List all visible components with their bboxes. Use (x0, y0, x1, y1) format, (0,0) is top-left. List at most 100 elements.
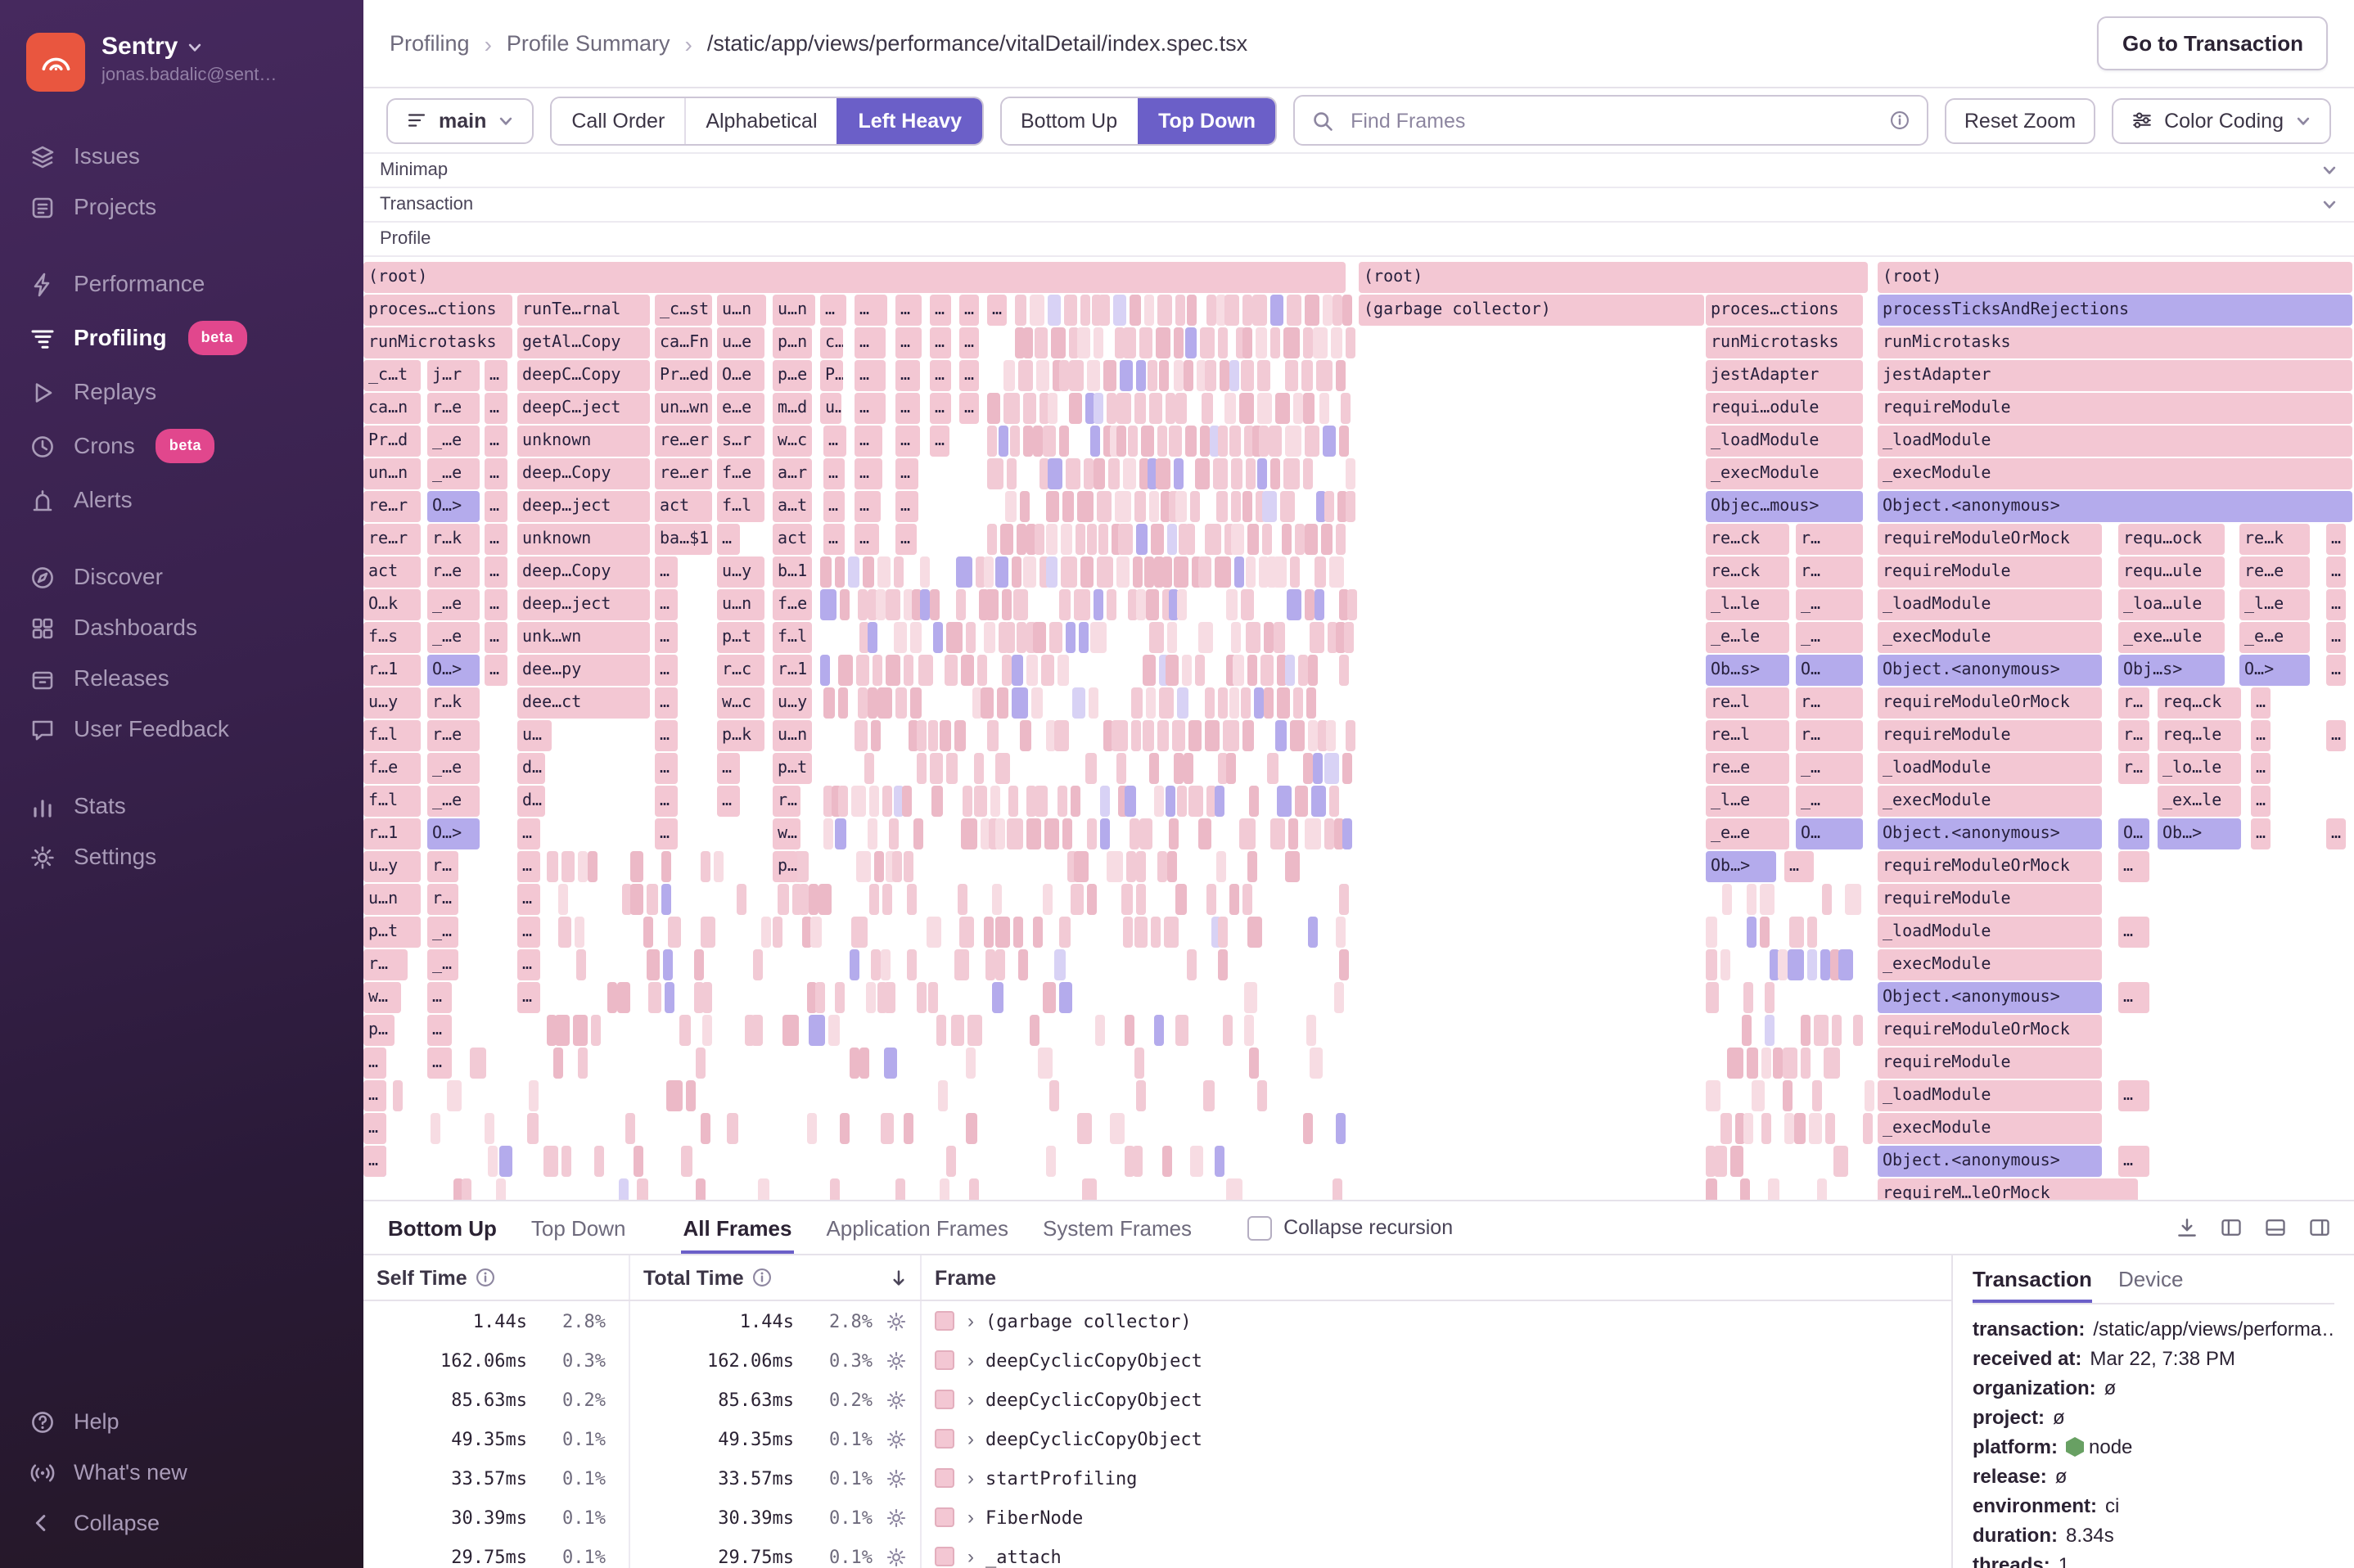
flame-texture-cell[interactable] (1165, 786, 1175, 817)
flame-texture-cell[interactable] (1143, 556, 1154, 588)
flame-texture-cell[interactable] (1225, 753, 1236, 784)
flame-texture-cell[interactable] (1280, 491, 1296, 522)
flame-texture-cell[interactable] (873, 655, 883, 686)
sidebar-item-settings[interactable]: Settings (0, 831, 363, 882)
flame-frame[interactable]: runMicrotasks (363, 327, 512, 358)
flame-texture-cell[interactable] (1087, 524, 1098, 555)
flame-frame[interactable]: Object.<anonymous> (1878, 491, 2352, 522)
flame-frame[interactable]: re…r (363, 491, 421, 522)
flame-frame[interactable]: … (485, 622, 507, 653)
flame-frame[interactable]: re…l (1706, 720, 1789, 751)
flame-texture-cell[interactable] (1035, 360, 1049, 391)
flame-texture-cell[interactable] (1116, 426, 1127, 457)
flame-frame[interactable]: … (2251, 720, 2271, 751)
flame-texture-cell[interactable] (936, 1015, 946, 1046)
flame-texture-cell[interactable] (997, 687, 1009, 719)
flame-frame[interactable]: requ…ock (2118, 524, 2225, 555)
flame-texture-cell[interactable] (1094, 393, 1104, 424)
flame-texture-cell[interactable] (882, 884, 893, 915)
flame-texture-cell[interactable] (987, 524, 997, 555)
flame-texture-cell[interactable] (1277, 786, 1292, 817)
flame-texture-cell[interactable] (1157, 295, 1172, 326)
flame-texture-cell[interactable] (1292, 687, 1303, 719)
flame-texture-cell[interactable] (1163, 917, 1179, 948)
flame-texture-cell[interactable] (1783, 1048, 1797, 1079)
flame-frame[interactable]: Object.<anonymous> (1878, 982, 2102, 1013)
flame-texture-cell[interactable] (1761, 1113, 1771, 1144)
flame-texture-cell[interactable] (1206, 884, 1216, 915)
flame-texture-cell[interactable] (1283, 327, 1300, 358)
flame-texture-cell[interactable] (1270, 818, 1285, 849)
flame-texture-cell[interactable] (868, 786, 880, 817)
flame-texture-cell[interactable] (1752, 1080, 1766, 1111)
flame-texture-cell[interactable] (1339, 655, 1350, 686)
flame-texture-cell[interactable] (1322, 295, 1333, 326)
flame-texture-cell[interactable] (685, 1080, 696, 1111)
flame-texture-cell[interactable] (1302, 458, 1313, 489)
flame-frame[interactable]: … (655, 622, 678, 653)
flame-texture-cell[interactable] (907, 949, 918, 980)
flame-texture-cell[interactable] (1319, 393, 1328, 424)
flame-texture-cell[interactable] (1310, 1048, 1324, 1079)
flame-texture-cell[interactable] (1005, 491, 1017, 522)
flame-texture-cell[interactable] (1006, 458, 1017, 489)
flame-texture-cell[interactable] (1022, 327, 1033, 358)
flame-texture-cell[interactable] (634, 1146, 644, 1177)
flame-texture-cell[interactable] (1287, 818, 1298, 849)
flame-texture-cell[interactable] (1307, 655, 1319, 686)
flame-frame[interactable]: … (655, 753, 678, 784)
flame-frame[interactable]: … (655, 786, 678, 817)
flame-texture-cell[interactable] (484, 1113, 494, 1144)
flame-frame[interactable]: _loadModule (1878, 1080, 2102, 1111)
flame-texture-cell[interactable] (664, 982, 674, 1013)
flame-texture-cell[interactable] (1234, 556, 1245, 588)
flame-texture-cell[interactable] (986, 720, 999, 751)
sidebar-item-discover[interactable]: Discover (0, 552, 363, 602)
flame-frame[interactable]: w…c (773, 426, 812, 457)
flame-texture-cell[interactable] (1120, 360, 1134, 391)
flame-texture-cell[interactable] (823, 687, 835, 719)
sidebar-item-collapse[interactable]: Collapse (0, 1498, 363, 1548)
flame-texture-cell[interactable] (839, 589, 850, 620)
flame-texture-cell[interactable] (543, 1146, 558, 1177)
flame-texture-cell[interactable] (1184, 524, 1195, 555)
flame-texture-cell[interactable] (1026, 818, 1041, 849)
flame-frame[interactable]: Object.<anonymous> (1878, 1146, 2102, 1177)
flame-frame[interactable]: r… (2118, 720, 2149, 751)
flame-frame[interactable]: r… (1796, 720, 1863, 751)
flame-frame[interactable]: O… (1796, 655, 1863, 686)
flame-texture-cell[interactable] (646, 884, 659, 915)
flame-texture-cell[interactable] (782, 1015, 799, 1046)
flame-texture-cell[interactable] (1071, 786, 1081, 817)
flame-texture-cell[interactable] (820, 655, 830, 686)
flame-texture-cell[interactable] (1134, 393, 1147, 424)
tab-system-frames[interactable]: System Frames (1041, 1201, 1193, 1254)
flame-frame[interactable]: _l…e (2239, 589, 2310, 620)
flame-frame[interactable]: … (823, 458, 845, 489)
flame-texture-cell[interactable] (1169, 818, 1179, 849)
flame-texture-cell[interactable] (906, 884, 917, 915)
flame-texture-cell[interactable] (1128, 426, 1139, 457)
flame-frame[interactable]: (root) (1359, 262, 1868, 293)
flame-texture-cell[interactable] (1765, 1015, 1775, 1046)
flame-texture-cell[interactable] (1202, 393, 1214, 424)
flame-texture-cell[interactable] (1037, 1048, 1053, 1079)
flame-frame[interactable]: … (655, 589, 678, 620)
flame-frame[interactable]: e…e (717, 393, 764, 424)
flame-texture-cell[interactable] (1125, 851, 1136, 882)
flame-texture-cell[interactable] (1862, 1113, 1873, 1144)
flame-texture-cell[interactable] (1283, 458, 1300, 489)
flame-texture-cell[interactable] (667, 917, 681, 948)
flame-texture-cell[interactable] (818, 884, 832, 915)
flame-texture-cell[interactable] (967, 1015, 982, 1046)
flame-frame[interactable]: re…er (655, 458, 712, 489)
flame-texture-cell[interactable] (1342, 295, 1352, 326)
thread-selector[interactable]: main (386, 97, 534, 143)
flame-texture-cell[interactable] (951, 1015, 964, 1046)
flame-texture-cell[interactable] (561, 1146, 571, 1177)
flame-texture-cell[interactable] (851, 786, 866, 817)
flame-texture-cell[interactable] (1032, 917, 1043, 948)
expand-chevron-icon[interactable]: › (967, 1388, 974, 1411)
flame-texture-cell[interactable] (956, 556, 972, 588)
flame-texture-cell[interactable] (1069, 360, 1084, 391)
